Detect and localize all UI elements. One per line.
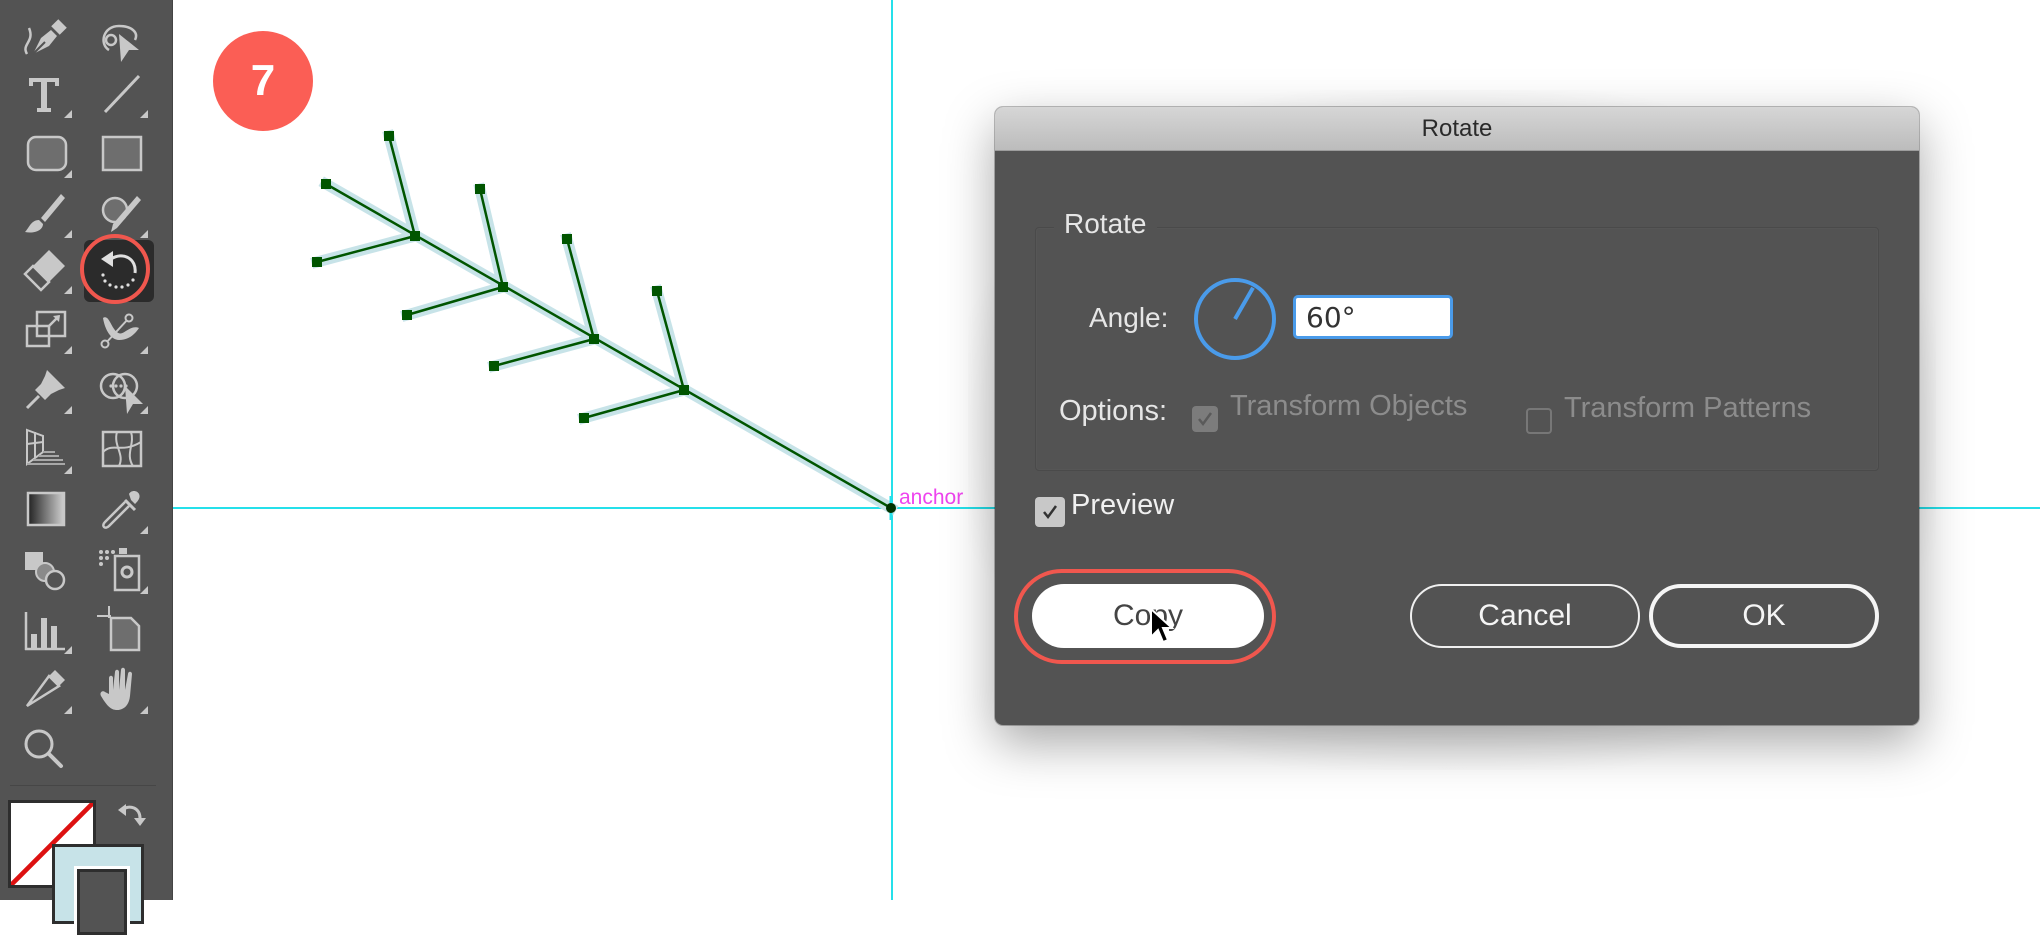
step-number-badge: 7 xyxy=(213,31,313,131)
stroke-swatch-inner xyxy=(74,866,130,935)
flyout-indicator xyxy=(140,230,148,238)
rotate-dialog: Rotate Rotate Angle: Options: Transform … xyxy=(995,107,1919,725)
preview-checkbox[interactable] xyxy=(1035,497,1065,527)
flyout-indicator xyxy=(140,526,148,534)
angle-input[interactable] xyxy=(1293,295,1453,339)
dialog-titlebar[interactable]: Rotate xyxy=(995,107,1919,151)
toolbar-divider xyxy=(10,785,156,786)
flyout-indicator xyxy=(64,170,72,178)
hand-tool[interactable] xyxy=(92,664,150,716)
pin-tool[interactable] xyxy=(16,364,74,416)
gradient-tool[interactable] xyxy=(16,484,74,536)
flyout-indicator xyxy=(64,406,72,414)
flyout-indicator xyxy=(140,346,148,354)
rotate-group-label: Rotate xyxy=(1054,208,1157,240)
rectangle-tool[interactable] xyxy=(92,128,150,180)
symbol-sprayer-tool[interactable] xyxy=(92,544,150,596)
artboard-icon xyxy=(97,606,141,652)
angle-dial-hand xyxy=(1233,286,1255,320)
blend-tool[interactable] xyxy=(16,544,74,596)
curvature-pen-tool[interactable] xyxy=(16,16,74,68)
pen-icon xyxy=(24,19,67,55)
flyout-indicator xyxy=(64,110,72,118)
transform-patterns-checkbox[interactable] xyxy=(1526,408,1552,434)
angle-dial-icon[interactable] xyxy=(1191,275,1279,363)
zoom-icon xyxy=(24,729,63,768)
ok-button[interactable]: OK xyxy=(1649,584,1879,648)
flyout-indicator xyxy=(140,406,148,414)
anchor-smart-guide-label: anchor xyxy=(899,486,964,509)
blend-icon xyxy=(25,552,66,591)
options-label: Options: xyxy=(1059,395,1167,427)
rounded-rectangle-tool[interactable] xyxy=(16,128,74,180)
angle-label: Angle: xyxy=(1089,302,1169,333)
shaper-tool[interactable] xyxy=(92,188,150,240)
rotate-icon xyxy=(101,251,137,289)
transform-objects-label: Transform Objects xyxy=(1230,390,1468,422)
dialog-title: Rotate xyxy=(1421,114,1493,142)
transform-objects-checkbox[interactable] xyxy=(1192,406,1218,432)
copy-button[interactable]: Copy xyxy=(1032,584,1264,648)
flyout-indicator xyxy=(64,646,72,654)
vertical-guide xyxy=(891,0,893,900)
stroke-swatch[interactable] xyxy=(52,844,144,935)
puppet-warp-tool[interactable] xyxy=(92,304,150,356)
rotate-group-box: Rotate xyxy=(1035,208,1879,471)
eraser-tool[interactable] xyxy=(16,244,74,296)
flyout-indicator xyxy=(64,286,72,294)
swap-fill-stroke-icon[interactable] xyxy=(116,800,148,832)
tools-panel xyxy=(0,0,173,935)
eyedropper-tool[interactable] xyxy=(92,484,150,536)
cancel-button[interactable]: Cancel xyxy=(1410,584,1640,648)
zoom-tool[interactable] xyxy=(16,724,74,776)
checkmark-icon xyxy=(1198,412,1213,427)
graph-tool[interactable] xyxy=(16,604,74,656)
flyout-indicator xyxy=(64,466,72,474)
flyout-indicator xyxy=(140,110,148,118)
flyout-indicator xyxy=(64,230,72,238)
mesh-icon xyxy=(101,430,143,468)
preview-label: Preview xyxy=(1071,489,1175,521)
artboard-tool[interactable] xyxy=(92,604,150,656)
pencil-tool[interactable] xyxy=(16,664,74,716)
mesh-tool[interactable] xyxy=(92,424,150,476)
checkmark-icon xyxy=(1043,505,1058,520)
scale-tool[interactable] xyxy=(16,304,74,356)
paintbrush-tool[interactable] xyxy=(16,188,74,240)
lasso-select-tool[interactable] xyxy=(92,16,150,68)
shape-builder-tool[interactable] xyxy=(92,364,150,416)
transform-patterns-label: Transform Patterns xyxy=(1564,392,1812,424)
flyout-indicator xyxy=(64,706,72,714)
rectangle-icon xyxy=(101,135,143,172)
lasso-select-icon xyxy=(102,24,139,62)
type-tool[interactable] xyxy=(16,68,74,120)
rotate-tool[interactable] xyxy=(84,240,154,302)
flyout-indicator xyxy=(140,706,148,714)
flyout-indicator xyxy=(64,346,72,354)
gradient-icon xyxy=(26,491,66,527)
perspective-grid-tool[interactable] xyxy=(16,424,74,476)
line-segment-tool[interactable] xyxy=(92,68,150,120)
flyout-indicator xyxy=(140,586,148,594)
